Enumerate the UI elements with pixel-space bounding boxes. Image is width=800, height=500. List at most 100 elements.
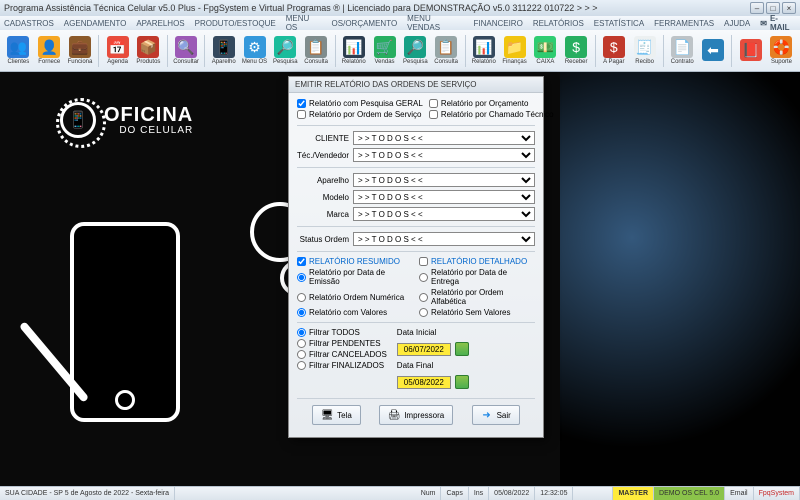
select-marca[interactable]: > > T O D O S < < [353, 207, 535, 221]
date-final[interactable]: 05/08/2022 [397, 376, 451, 389]
toolbar-icon: 📄 [671, 36, 693, 58]
status-ins: Ins [469, 487, 489, 500]
menu-ferramentas[interactable]: FERRAMENTAS [654, 19, 714, 28]
toolbar-icon: $ [565, 36, 587, 58]
toolbar-icon: 📕 [740, 39, 762, 61]
date-inicial[interactable]: 06/07/2022 [397, 343, 451, 356]
menu-orcamento[interactable]: OS/ORÇAMENTO [332, 19, 398, 28]
menu-os[interactable]: MENU OS [286, 14, 322, 32]
toolbar-icon: 🛒 [374, 36, 396, 58]
radio-filtrar-todos[interactable]: Filtrar TODOS [297, 328, 387, 337]
tela-button[interactable]: 🖥Tela [312, 405, 361, 425]
impressora-button[interactable]: 🖨Impressora [379, 405, 453, 425]
date-inicial-picker[interactable] [455, 342, 469, 356]
toolbar-receber[interactable]: $Receber [562, 32, 591, 70]
status-num: Num [416, 487, 442, 500]
toolbar-relatório[interactable]: 📊Relatório [469, 32, 498, 70]
toolbar-finanças[interactable]: 📁Finanças [500, 32, 529, 70]
status-location: SUA CIDADE - SP 5 de Agosto de 2022 - Se… [0, 487, 175, 500]
screen-icon: 🖥 [321, 409, 333, 421]
radio-numerica[interactable]: Relatório Ordem Numérica [297, 288, 413, 306]
radio-sem-valores[interactable]: Relatório Sem Valores [419, 308, 535, 317]
toolbar-fornece[interactable]: 👤Fornece [35, 32, 64, 70]
toolbar-icon: 📋 [305, 36, 327, 58]
status-master: MASTER [613, 487, 654, 500]
toolbar-contrato[interactable]: 📄Contrato [668, 32, 697, 70]
toolbar-btn22[interactable]: 📕 [736, 32, 765, 70]
toolbar-icon: 📅 [107, 36, 129, 58]
toolbar-icon: 💼 [69, 36, 91, 58]
status-caps: Caps [441, 487, 468, 500]
toolbar-menu os[interactable]: ⚙Menu OS [240, 32, 269, 70]
radio-filtrar-cancelados[interactable]: Filtrar CANCELADOS [297, 350, 387, 359]
window-title: Programa Assistência Técnica Celular v5.… [4, 3, 750, 13]
menu-email[interactable]: ✉ E-MAIL [760, 14, 796, 32]
select-tecnico[interactable]: > > T O D O S < < [353, 148, 535, 162]
toolbar-icon: 📱 [213, 36, 235, 58]
toolbar-clientes[interactable]: 👥Clientes [4, 32, 33, 70]
select-aparelho[interactable]: > > T O D O S < < [353, 173, 535, 187]
check-detalhado[interactable]: RELATÓRIO DETALHADO [419, 257, 535, 266]
window-titlebar: Programa Assistência Técnica Celular v5.… [0, 0, 800, 16]
toolbar-a pagar[interactable]: $A Pagar [599, 32, 628, 70]
status-email[interactable]: Email [725, 487, 754, 500]
menu-aparelhos[interactable]: APARELHOS [136, 19, 184, 28]
toolbar-icon: 🛟 [770, 36, 792, 58]
toolbar-btn21[interactable]: ⬅ [699, 32, 728, 70]
radio-alfabetica[interactable]: Relatório por Ordem Alfabética [419, 288, 535, 306]
status-demo: DEMO OS CEL 5.0 [654, 487, 725, 500]
toolbar-funciona[interactable]: 💼Funciona [66, 32, 95, 70]
toolbar-pesquisa[interactable]: 🔎Pesquisa [401, 32, 430, 70]
radio-entrega[interactable]: Relatório por Data de Entrega [419, 268, 535, 286]
main-toolbar: 👥Clientes👤Fornece💼Funciona 📅Agenda📦Produt… [0, 30, 800, 72]
sair-button[interactable]: ➜Sair [472, 405, 520, 425]
content-area: 📱 OFICINA DO CELULAR EMITIR RELATÓRIO DA… [0, 72, 800, 486]
menu-ajuda[interactable]: AJUDA [724, 19, 750, 28]
toolbar-recibo[interactable]: 🧾Recibo [630, 32, 659, 70]
toolbar-icon: 👤 [38, 36, 60, 58]
radio-com-valores[interactable]: Relatório com Valores [297, 308, 413, 317]
toolbar-agenda[interactable]: 📅Agenda [103, 32, 132, 70]
check-resumido[interactable]: RELATÓRIO RESUMIDO [297, 257, 413, 266]
check-chamado[interactable]: Relatório por Chamado Técnico [429, 110, 554, 119]
exit-icon: ➜ [481, 409, 493, 421]
toolbar-icon: 📦 [137, 36, 159, 58]
toolbar-vendas[interactable]: 🛒Vendas [370, 32, 399, 70]
toolbar-produtos[interactable]: 📦Produtos [134, 32, 163, 70]
toolbar-icon: 🔎 [404, 36, 426, 58]
status-date: 05/08/2022 [489, 487, 535, 500]
select-status[interactable]: > > T O D O S < < [353, 232, 535, 246]
date-final-picker[interactable] [455, 375, 469, 389]
close-button[interactable]: × [782, 2, 796, 14]
toolbar-consulta[interactable]: 📋Consulta [432, 32, 461, 70]
menu-cadastros[interactable]: CADASTROS [4, 19, 54, 28]
menu-agendamento[interactable]: AGENDAMENTO [64, 19, 127, 28]
menu-produto[interactable]: PRODUTO/ESTOQUE [195, 19, 276, 28]
menu-relatorios[interactable]: RELATÓRIOS [533, 19, 584, 28]
right-artwork [560, 72, 800, 486]
status-fpq[interactable]: FpqSystem [754, 487, 800, 500]
toolbar-pesquisa[interactable]: 🔎Pesquisa [271, 32, 300, 70]
radio-filtrar-pendentes[interactable]: Filtrar PENDENTES [297, 339, 387, 348]
check-ordem[interactable]: Relatório por Ordem de Serviço [297, 110, 423, 119]
select-modelo[interactable]: > > T O D O S < < [353, 190, 535, 204]
menu-estatistica[interactable]: ESTATÍSTICA [594, 19, 644, 28]
toolbar-consulta[interactable]: 📋Consulta [302, 32, 331, 70]
menu-financeiro[interactable]: FINANCEIRO [473, 19, 522, 28]
toolbar-consultar[interactable]: 🔍Consultar [172, 32, 201, 70]
select-cliente[interactable]: > > T O D O S < < [353, 131, 535, 145]
toolbar-aparelho[interactable]: 📱Aparelho [209, 32, 238, 70]
radio-emissao[interactable]: Relatório por Data de Emissão [297, 268, 413, 286]
minimize-button[interactable]: – [750, 2, 764, 14]
toolbar-caixa[interactable]: 💵CAIXA [531, 32, 560, 70]
check-orcamento[interactable]: Relatório por Orçamento [429, 99, 554, 108]
menu-vendas[interactable]: MENU VENDAS [407, 14, 463, 32]
toolbar-icon: 📁 [504, 36, 526, 58]
radio-filtrar-finalizados[interactable]: Filtrar FINALIZADOS [297, 361, 387, 370]
toolbar-relatório[interactable]: 📊Relatório [339, 32, 368, 70]
maximize-button[interactable]: □ [766, 2, 780, 14]
toolbar-suporte[interactable]: 🛟Suporte [767, 32, 796, 70]
check-geral[interactable]: Relatório com Pesquisa GERAL [297, 99, 423, 108]
gear-logo-icon: 📱 [60, 102, 96, 138]
toolbar-icon: 🔍 [175, 36, 197, 58]
